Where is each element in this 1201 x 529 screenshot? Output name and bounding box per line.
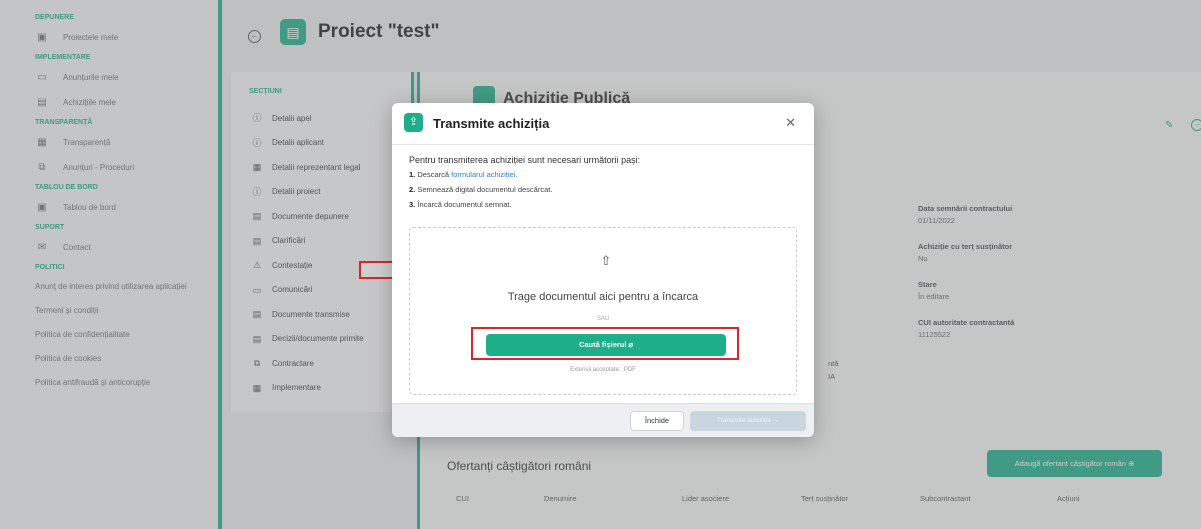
step-end: . <box>515 170 518 179</box>
arrow-right-icon: → <box>772 417 780 424</box>
dialog-intro: Pentru transmiterea achiziției sunt nece… <box>409 155 641 165</box>
step-text: Încarcă documentul semnat. <box>417 200 512 209</box>
dialog-title: Transmite achiziția <box>433 116 550 131</box>
submit-procurement-dialog: ⇪ Transmite achiziția ✕ Pentru transmite… <box>392 103 814 437</box>
step-number: 3. <box>409 200 416 209</box>
close-button[interactable]: Închide <box>630 411 684 431</box>
step-1: 1. Descarcă formularul achiziției. <box>409 170 798 185</box>
step-text: Descarcă <box>417 170 450 179</box>
dialog-body: Pentru transmiterea achiziției sunt nece… <box>392 145 814 215</box>
close-icon[interactable]: ✕ <box>785 115 796 131</box>
accepted-extensions: Extensii acceptate: .PDF <box>570 367 636 373</box>
step-text: Semnează digital documentul descărcat. <box>417 185 553 194</box>
step-number: 2. <box>409 185 416 194</box>
submit-procurement-button[interactable]: Transmite achiziția → <box>690 411 806 431</box>
step-2: 2. Semnează digital documentul descărcat… <box>409 185 798 200</box>
step-3: 3. Încarcă documentul semnat. <box>409 200 798 215</box>
cloud-upload-icon: ⇧ <box>600 253 612 268</box>
file-dropzone[interactable]: ⇧ Trage documentul aici pentru a încarca… <box>409 227 797 395</box>
dropzone-text: Trage documentul aici pentru a încarca <box>507 291 699 303</box>
upload-document-icon: ⇪ <box>404 113 423 132</box>
submit-label: Transmite achiziția <box>716 417 771 424</box>
step-number: 1. <box>409 170 416 179</box>
annotation-highlight-box <box>471 327 739 360</box>
dropzone-or: SAU <box>596 316 610 322</box>
dialog-header: ⇪ Transmite achiziția ✕ <box>392 103 814 145</box>
dialog-footer: Închide Transmite achiziția → <box>392 403 814 437</box>
download-form-link[interactable]: formularul achiziției <box>451 170 515 179</box>
